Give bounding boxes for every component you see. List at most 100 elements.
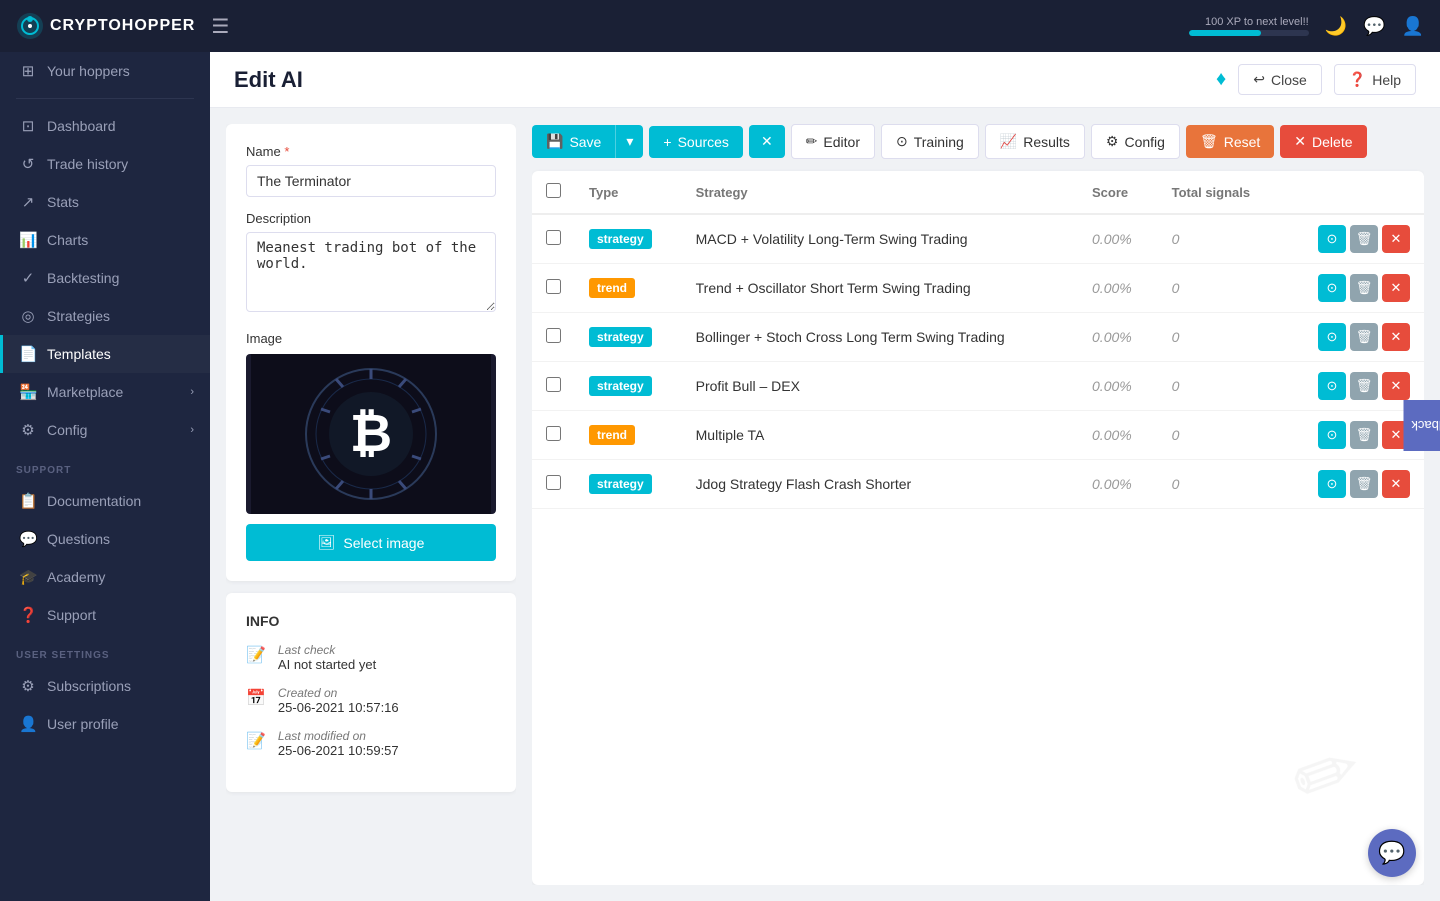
save-caret[interactable]: ▾ (615, 125, 643, 158)
chat-nav-icon[interactable]: 💬 (1363, 16, 1385, 37)
logo[interactable]: CRYPTOHOPPER (16, 12, 195, 40)
name-input[interactable] (246, 165, 496, 197)
delete-button[interactable]: ✕ Delete (1280, 125, 1366, 158)
hamburger-icon[interactable]: ☰ (211, 14, 229, 39)
documentation-icon: 📋 (19, 492, 37, 510)
marketplace-icon: 🏪 (19, 383, 37, 401)
delete-btn-3[interactable]: ✕ (1382, 372, 1410, 400)
sidebar-item-strategies[interactable]: ◎ Strategies (0, 297, 210, 335)
view-btn-3[interactable]: ⊙ (1318, 372, 1346, 400)
sidebar-item-marketplace[interactable]: 🏪 Marketplace › (0, 373, 210, 411)
image-preview: ₿ (246, 354, 496, 514)
theme-toggle-icon[interactable]: 🌙 (1325, 16, 1347, 37)
edit-btn-2[interactable]: 🗑 (1350, 323, 1378, 351)
results-button[interactable]: 📈 Results (985, 124, 1085, 159)
editor-label: Editor (823, 134, 860, 150)
edit-btn-1[interactable]: 🗑 (1350, 274, 1378, 302)
save-button[interactable]: 💾 Save ▾ (532, 125, 643, 158)
sidebar-item-academy[interactable]: 🎓 Academy (0, 558, 210, 596)
chat-bubble-icon: 💬 (1378, 840, 1405, 866)
page-header: Edit AI ♦ ↩ Close ❓ Help (210, 52, 1440, 108)
view-btn-5[interactable]: ⊙ (1318, 470, 1346, 498)
reset-button[interactable]: 🗑 Reset (1186, 125, 1274, 158)
row-checkbox-2[interactable] (546, 328, 561, 343)
chat-bubble[interactable]: 💬 (1368, 829, 1416, 877)
training-icon: ⊙ (896, 133, 908, 150)
help-button[interactable]: ❓ Help (1334, 64, 1416, 95)
config-button[interactable]: ⚙ Config (1091, 124, 1180, 159)
view-btn-0[interactable]: ⊙ (1318, 225, 1346, 253)
delete-btn-5[interactable]: ✕ (1382, 470, 1410, 498)
view-btn-1[interactable]: ⊙ (1318, 274, 1346, 302)
view-btn-2[interactable]: ⊙ (1318, 323, 1346, 351)
toolbar: 💾 Save ▾ + Sources ✕ ✏ Editor (532, 124, 1424, 159)
score-4: 0.00% (1078, 411, 1158, 460)
sidebar-item-config[interactable]: ⚙ Config › (0, 411, 210, 449)
row-checkbox-5[interactable] (546, 475, 561, 490)
sidebar-item-subscriptions[interactable]: ⚙ Subscriptions (0, 667, 210, 705)
sidebar-item-support[interactable]: ❓ Support (0, 596, 210, 634)
sources-button[interactable]: + Sources (649, 126, 743, 158)
config-expand-icon: › (190, 424, 194, 436)
trade-history-icon: ↺ (19, 155, 37, 173)
sidebar-item-charts[interactable]: 📊 Charts (0, 221, 210, 259)
row-checkbox-4[interactable] (546, 426, 561, 441)
sidebar-label-backtesting: Backtesting (47, 270, 119, 286)
content-area: Name * Description Meanest trading bot o… (210, 108, 1440, 901)
sidebar-divider-1 (16, 98, 194, 99)
type-badge-5: strategy (589, 474, 652, 494)
edit-btn-4[interactable]: 🗑 (1350, 421, 1378, 449)
sidebar-item-backtesting[interactable]: ✓ Backtesting (0, 259, 210, 297)
sidebar-item-templates[interactable]: 📄 Templates (0, 335, 210, 373)
sidebar-item-stats[interactable]: ↗ Stats (0, 183, 210, 221)
page-title: Edit AI (234, 67, 303, 93)
sidebar-item-trade-history[interactable]: ↺ Trade history (0, 145, 210, 183)
save-icon: 💾 (546, 133, 563, 150)
delete-btn-2[interactable]: ✕ (1382, 323, 1410, 351)
last-check-label: Last check (278, 643, 376, 657)
user-section-label: USER SETTINGS (0, 634, 210, 667)
config-gear-icon: ⚙ (1106, 133, 1119, 150)
sidebar-label-config: Config (47, 422, 87, 438)
select-image-button[interactable]: 🖼 Select image (246, 524, 496, 561)
sidebar-label-marketplace: Marketplace (47, 384, 123, 400)
strategy-name-3: Profit Bull – DEX (682, 362, 1078, 411)
edit-btn-3[interactable]: 🗑 (1350, 372, 1378, 400)
table-row: trend Trend + Oscillator Short Term Swin… (532, 264, 1424, 313)
close-x-button[interactable]: ✕ (749, 125, 785, 158)
feedback-tab[interactable]: Feedback (1403, 400, 1440, 451)
select-all-checkbox[interactable] (546, 183, 561, 198)
support-icon: ❓ (19, 606, 37, 624)
sidebar-item-documentation[interactable]: 📋 Documentation (0, 482, 210, 520)
sidebar-item-dashboard[interactable]: ⊡ Dashboard (0, 107, 210, 145)
edit-btn-0[interactable]: 🗑 (1350, 225, 1378, 253)
training-button[interactable]: ⊙ Training (881, 124, 979, 159)
created-on-label: Created on (278, 686, 399, 700)
close-arrow-icon: ↩ (1253, 71, 1265, 88)
view-btn-4[interactable]: ⊙ (1318, 421, 1346, 449)
row-checkbox-0[interactable] (546, 230, 561, 245)
required-star: * (284, 144, 289, 159)
delete-btn-1[interactable]: ✕ (1382, 274, 1410, 302)
strategy-name-4: Multiple TA (682, 411, 1078, 460)
info-last-check: 📝 Last check AI not started yet (246, 643, 496, 672)
save-button-main[interactable]: 💾 Save (532, 125, 615, 158)
sources-plus-icon: + (663, 134, 671, 150)
close-button[interactable]: ↩ Close (1238, 64, 1322, 95)
user-nav-icon[interactable]: 👤 (1402, 16, 1424, 37)
total-5: 0 (1158, 460, 1283, 509)
training-label: Training (914, 134, 964, 150)
left-panel: Name * Description Meanest trading bot o… (226, 124, 516, 885)
row-checkbox-1[interactable] (546, 279, 561, 294)
sidebar-item-user-profile[interactable]: 👤 User profile (0, 705, 210, 743)
topnav: CRYPTOHOPPER ☰ 100 XP to next level!! 🌙 … (0, 0, 1440, 52)
logo-text: CRYPTOHOPPER (50, 17, 195, 35)
image-select-icon: 🖼 (318, 534, 336, 551)
sidebar-item-your-hoppers[interactable]: ⊞ Your hoppers (0, 52, 210, 90)
delete-btn-0[interactable]: ✕ (1382, 225, 1410, 253)
description-textarea[interactable]: Meanest trading bot of the world. (246, 232, 496, 312)
edit-btn-5[interactable]: 🗑 (1350, 470, 1378, 498)
sidebar-item-questions[interactable]: 💬 Questions (0, 520, 210, 558)
row-checkbox-3[interactable] (546, 377, 561, 392)
editor-button[interactable]: ✏ Editor (791, 124, 875, 159)
